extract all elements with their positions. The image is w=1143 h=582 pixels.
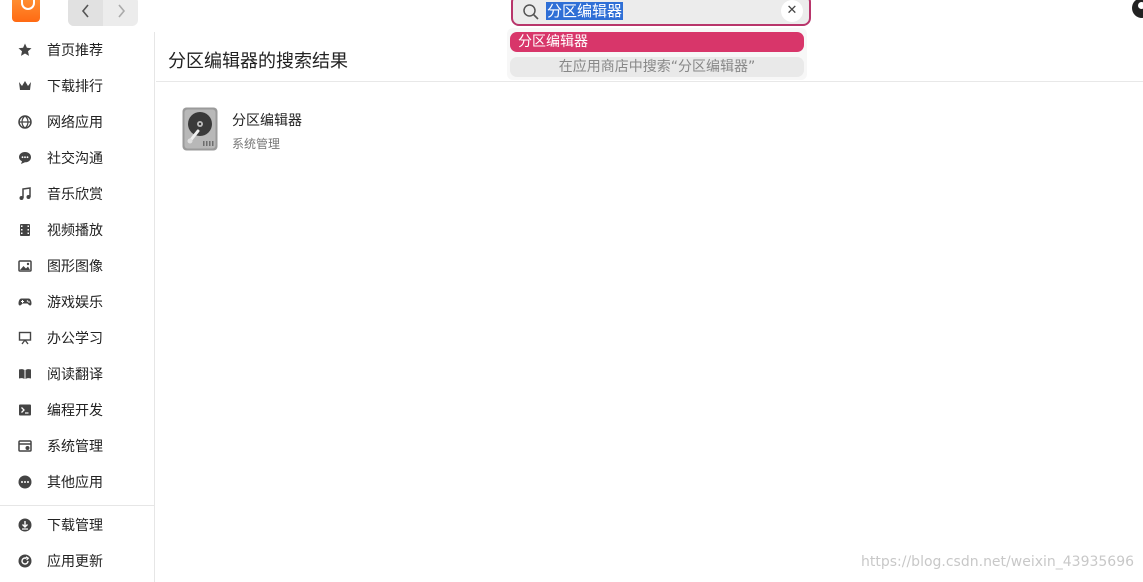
star-icon: [18, 43, 32, 57]
result-app-name: 分区编辑器: [232, 113, 302, 129]
sidebar-item-label: 系统管理: [47, 439, 103, 455]
sidebar-item-label: 游戏娱乐: [47, 295, 103, 311]
download-icon: [18, 518, 32, 532]
suggestion-item-app[interactable]: 分区编辑器: [510, 32, 804, 52]
sidebar-item-label: 视频播放: [47, 223, 103, 239]
search-icon: [523, 4, 539, 20]
sidebar-divider: [0, 505, 154, 506]
sidebar-item-label: 阅读翻译: [47, 367, 103, 383]
sidebar-item-office[interactable]: 办公学习: [0, 321, 154, 355]
sidebar-item-development[interactable]: 编程开发: [0, 393, 154, 427]
system-window-icon: [18, 439, 32, 453]
chat-icon: [18, 151, 32, 165]
back-button[interactable]: [68, 0, 103, 26]
sidebar-item-games[interactable]: 游戏娱乐: [0, 285, 154, 319]
result-app-category: 系统管理: [232, 137, 281, 151]
sidebar-item-label: 其他应用: [47, 475, 103, 491]
hard-disk-icon: [182, 107, 218, 151]
terminal-icon: [18, 403, 32, 417]
gamepad-icon: [18, 295, 32, 309]
crown-icon: [18, 79, 32, 93]
watermark-text: https://blog.csdn.net/weixin_43935696: [861, 554, 1135, 570]
sidebar-item-label: 首页推荐: [47, 43, 103, 59]
search-box[interactable]: 分区编辑器 ✕: [511, 0, 811, 26]
app-store-logo: [12, 0, 40, 22]
sidebar-item-updates[interactable]: 应用更新: [0, 544, 154, 578]
sidebar: 首页推荐 下载排行 网络应用 社交沟通 音乐欣赏 视频播放 图形图像 游戏娱乐 …: [0, 32, 155, 582]
search-result-card[interactable]: 分区编辑器 系统管理: [176, 102, 376, 156]
sidebar-item-label: 社交沟通: [47, 151, 103, 167]
suggestion-item-search-store[interactable]: 在应用商店中搜索“分区编辑器”: [510, 57, 804, 77]
sidebar-item-label: 办公学习: [47, 331, 103, 347]
sidebar-item-network[interactable]: 网络应用: [0, 105, 154, 139]
sidebar-item-downloads[interactable]: 下载管理: [0, 508, 154, 542]
user-avatar-icon[interactable]: [1132, 0, 1143, 18]
search-input[interactable]: 分区编辑器: [546, 2, 624, 20]
sidebar-item-label: 编程开发: [47, 403, 103, 419]
sidebar-item-social[interactable]: 社交沟通: [0, 141, 154, 175]
chevron-right-icon: [117, 4, 125, 18]
book-icon: [18, 367, 32, 381]
sidebar-item-label: 图形图像: [47, 259, 103, 275]
more-dots-icon: [18, 475, 32, 489]
sidebar-item-label: 下载排行: [47, 79, 103, 95]
clear-search-button[interactable]: ✕: [781, 0, 803, 22]
sidebar-item-other[interactable]: 其他应用: [0, 465, 154, 499]
sidebar-item-music[interactable]: 音乐欣赏: [0, 177, 154, 211]
navigation-buttons: [68, 0, 138, 26]
sidebar-item-graphics[interactable]: 图形图像: [0, 249, 154, 283]
music-note-icon: [18, 187, 32, 201]
sidebar-item-ranking[interactable]: 下载排行: [0, 69, 154, 103]
chevron-left-icon: [81, 4, 89, 18]
title-divider: [156, 81, 1143, 82]
globe-icon: [18, 115, 32, 129]
page-title: 分区编辑器的搜索结果: [168, 51, 348, 72]
film-icon: [18, 223, 32, 237]
presentation-icon: [18, 331, 32, 345]
sidebar-item-label: 音乐欣赏: [47, 187, 103, 203]
sidebar-item-home[interactable]: 首页推荐: [0, 33, 154, 67]
sidebar-item-reading[interactable]: 阅读翻译: [0, 357, 154, 391]
sidebar-item-label: 下载管理: [47, 518, 103, 534]
search-suggestions: 分区编辑器 在应用商店中搜索“分区编辑器”: [507, 28, 807, 80]
sidebar-item-label: 网络应用: [47, 115, 103, 131]
forward-button[interactable]: [103, 0, 138, 26]
sidebar-item-video[interactable]: 视频播放: [0, 213, 154, 247]
sidebar-item-label: 应用更新: [47, 554, 103, 570]
refresh-icon: [18, 554, 32, 568]
image-icon: [18, 259, 32, 273]
sidebar-item-system[interactable]: 系统管理: [0, 429, 154, 463]
